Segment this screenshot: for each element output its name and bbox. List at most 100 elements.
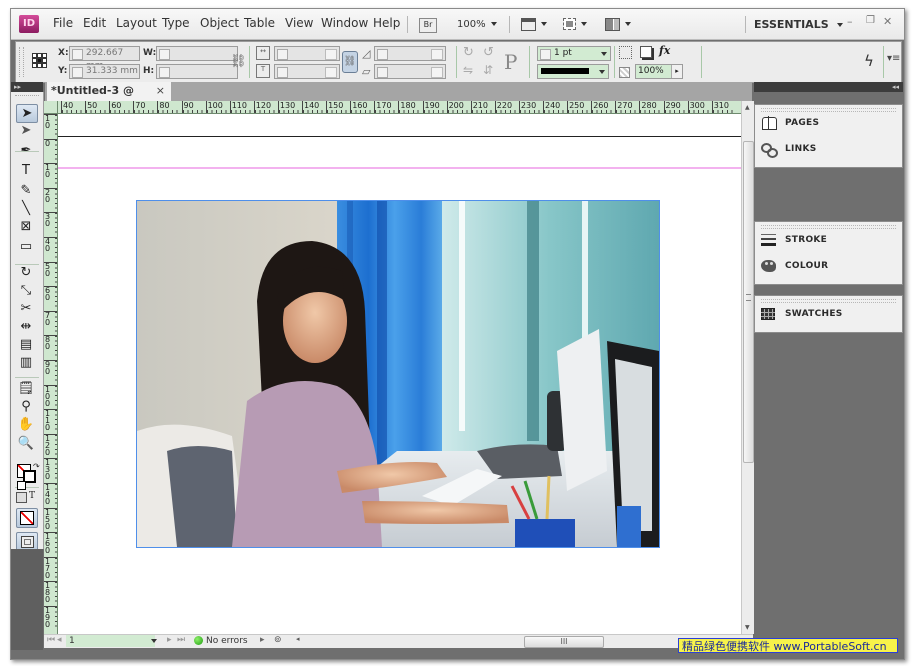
scroll-left-icon[interactable]: ◂ (296, 635, 300, 643)
rotate-clockwise-icon[interactable]: ↻ (463, 45, 474, 60)
rotation-angle-field[interactable] (374, 46, 446, 61)
selection-tool[interactable]: ➤ (16, 104, 38, 123)
constrain-proportions-icon[interactable]: ⛓ (230, 54, 247, 69)
panel-grip[interactable] (19, 47, 24, 77)
chevron-down-icon[interactable] (431, 49, 443, 60)
menu-window[interactable]: Window (321, 16, 368, 30)
constrain-scale-icon[interactable]: ⛓ (342, 51, 358, 73)
workspace-switcher[interactable]: ESSENTIALS (754, 18, 843, 31)
previous-page-icon[interactable]: ◂ (57, 635, 62, 645)
spinner-icon[interactable] (159, 67, 170, 78)
zoom-level-dropdown[interactable]: 100% (457, 19, 497, 30)
toolbox-grip[interactable] (15, 95, 39, 98)
hand-tool[interactable]: ✋ (16, 416, 36, 433)
spinner-icon[interactable] (377, 49, 388, 60)
horizontal-scroll-thumb[interactable]: III (524, 636, 604, 648)
last-page-icon[interactable]: ⏭ (177, 635, 185, 645)
chevron-down-icon[interactable] (325, 67, 337, 78)
eyedropper-tool[interactable]: ⚲ (16, 398, 36, 415)
direct-selection-tool[interactable]: ➤ (16, 122, 36, 139)
vertical-scroll-thumb[interactable] (743, 141, 754, 463)
spinner-icon[interactable] (377, 67, 388, 78)
placed-image-frame[interactable] (136, 200, 660, 548)
panel-button-pages[interactable]: PAGES (761, 113, 897, 133)
formatting-affects-container-icon[interactable] (16, 492, 27, 503)
menu-object[interactable]: Object (200, 16, 239, 30)
reference-point-icon[interactable] (32, 53, 47, 68)
document-canvas[interactable] (58, 114, 741, 634)
bridge-button[interactable]: Br (419, 18, 437, 33)
scroll-up-icon[interactable]: ▲ (745, 104, 750, 111)
chevron-down-icon[interactable] (431, 67, 443, 78)
chevron-right-icon[interactable]: ▸ (671, 65, 682, 78)
menu-view[interactable]: View (285, 16, 313, 30)
select-container-icon[interactable] (619, 46, 632, 59)
menu-help[interactable]: Help (373, 16, 400, 30)
panel-button-swatches[interactable]: SWATCHES (761, 304, 897, 324)
stroke-type-dropdown[interactable] (537, 64, 609, 79)
drop-shadow-icon[interactable] (640, 46, 652, 58)
view-options-button[interactable] (521, 17, 547, 31)
zoom-tool[interactable]: 🔍 (16, 435, 36, 452)
quick-apply-icon[interactable]: ϟ (864, 52, 874, 70)
vertical-scrollbar[interactable]: ▲ ▼ (741, 101, 754, 634)
minimize-button[interactable]: – (847, 15, 853, 28)
stroke-weight-field[interactable]: 1 pt (537, 46, 611, 61)
y-position-field[interactable]: 31.333 mm (69, 64, 140, 79)
spinner-icon[interactable] (540, 49, 551, 60)
effects-fx-icon[interactable]: fx (659, 44, 670, 57)
gradient-swatch-tool[interactable]: ▤ (16, 336, 36, 353)
spinner-icon[interactable] (277, 67, 288, 78)
swap-fill-stroke-icon[interactable]: ↷ (33, 462, 40, 471)
spinner-icon[interactable] (72, 49, 83, 60)
panel-button-links[interactable]: LINKS (761, 139, 897, 159)
opacity-field[interactable]: 100% ▸ (635, 64, 683, 79)
page-dropdown-icon[interactable] (151, 639, 157, 643)
close-tab-icon[interactable]: × (156, 82, 165, 100)
menu-type[interactable]: Type (162, 16, 190, 30)
rotate-tool[interactable]: ↻ (16, 264, 36, 281)
scissors-tool[interactable]: ✂ (16, 300, 36, 317)
open-document-icon[interactable]: ⊚ (274, 635, 282, 645)
apply-none-button[interactable] (16, 508, 38, 528)
default-fill-stroke-icon[interactable] (17, 481, 26, 490)
first-page-icon[interactable]: ⏮ (47, 635, 55, 645)
panel-menu-icon[interactable]: ▾≡ (887, 53, 900, 64)
panel-group-grip[interactable] (761, 225, 896, 229)
menu-layout[interactable]: Layout (116, 16, 157, 30)
scroll-down-icon[interactable]: ▼ (745, 624, 750, 631)
line-tool[interactable]: ╲ (16, 200, 36, 217)
preflight-status[interactable]: No errors (194, 636, 248, 646)
preflight-menu-icon[interactable]: ▸ (260, 635, 265, 645)
menu-file[interactable]: File (53, 16, 73, 30)
arrange-documents-button[interactable] (605, 17, 631, 31)
menu-table[interactable]: Table (244, 16, 275, 30)
next-page-icon[interactable]: ▸ (167, 635, 172, 645)
panel-button-stroke[interactable]: STROKE (761, 230, 897, 250)
formatting-affects-text-icon[interactable]: T (29, 491, 35, 501)
document-tab[interactable]: *Untitled-3 @ 100%× (47, 82, 171, 115)
flip-horizontal-icon[interactable]: ⇋ (463, 63, 473, 77)
vertical-ruler[interactable]: 10 0 10 20 30 40 50 60 70 80 90 100 110 120 130 140 150 1… (44, 101, 58, 634)
gap-tool[interactable]: ⇹ (16, 318, 36, 335)
restore-button[interactable]: ❐ (866, 15, 875, 26)
flip-vertical-icon[interactable]: ⇵ (483, 63, 493, 77)
shear-angle-field[interactable] (374, 64, 446, 79)
menu-edit[interactable]: Edit (83, 16, 106, 30)
chevron-down-icon[interactable] (325, 49, 337, 60)
scale-y-field[interactable] (274, 64, 340, 79)
rectangle-frame-tool[interactable]: ⊠ (16, 218, 36, 235)
spinner-icon[interactable] (159, 49, 170, 60)
horizontal-ruler[interactable]: 40 50 60 70 80 90 100 110 120 130 140 150 160 170 180 1… (57, 101, 752, 114)
x-position-field[interactable]: 292.667 mm (69, 46, 140, 71)
rectangle-tool[interactable]: ▭ (16, 238, 36, 255)
scale-x-field[interactable] (274, 46, 340, 61)
ruler-origin[interactable] (44, 101, 58, 114)
screen-mode-button[interactable] (563, 17, 587, 30)
panel-dock-collapse-button[interactable]: ◂◂ (754, 82, 903, 92)
width-field[interactable] (156, 46, 238, 61)
panel-group-grip[interactable] (761, 299, 896, 303)
gradient-feather-tool[interactable]: ▥ (16, 354, 36, 371)
rotate-counterclockwise-icon[interactable]: ↺ (483, 45, 494, 60)
note-tool[interactable]: 🗒 (16, 380, 36, 397)
